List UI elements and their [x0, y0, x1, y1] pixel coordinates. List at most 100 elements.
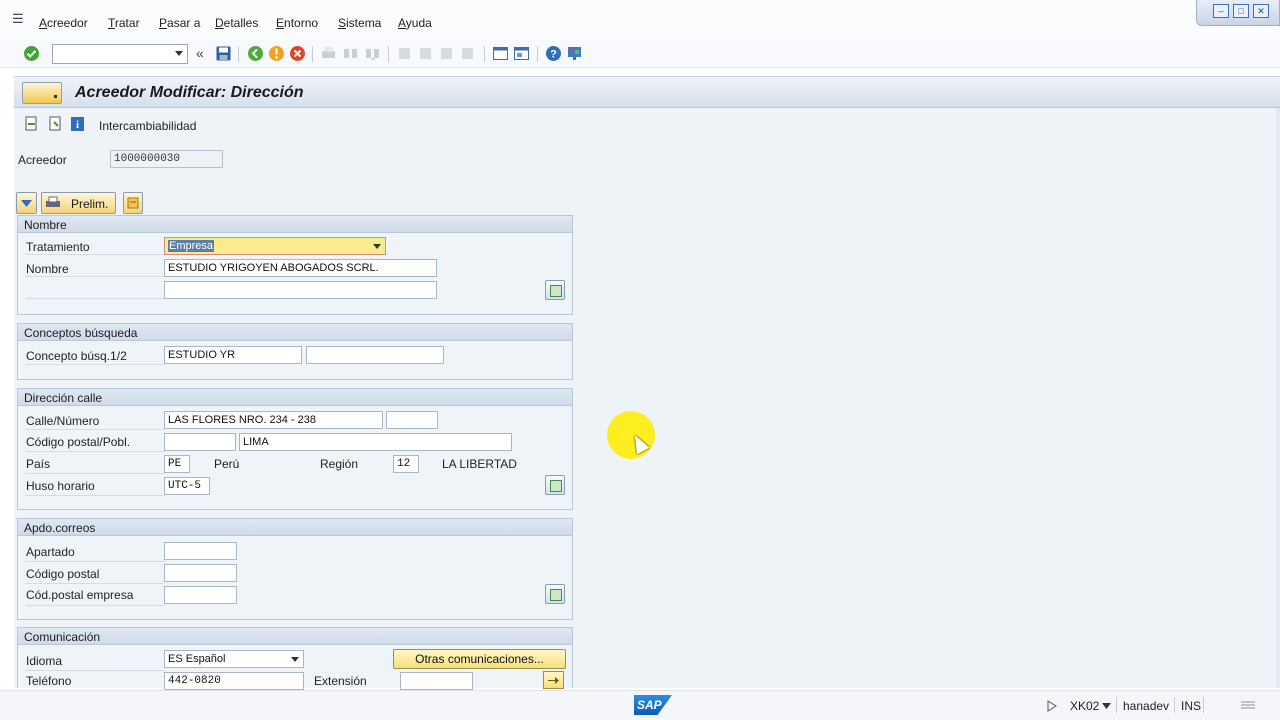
menu-acreedor[interactable]: Acreedor — [39, 16, 88, 30]
info-icon[interactable]: i — [70, 116, 85, 132]
intercambiabilidad-button[interactable]: Intercambiabilidad — [99, 119, 196, 133]
codigo-postal-field[interactable] — [164, 433, 236, 451]
poblacion-field[interactable]: LIMA — [239, 433, 512, 451]
arrow-right-icon — [548, 677, 559, 684]
region-field[interactable]: 12 — [393, 455, 419, 473]
back-icon[interactable] — [247, 45, 264, 62]
window-controls: – □ ✕ — [1196, 0, 1280, 26]
chevron-down-icon[interactable] — [175, 51, 183, 56]
svg-text:i: i — [76, 119, 79, 131]
menu-tratar[interactable]: Tratar — [108, 16, 140, 30]
chevron-down-icon[interactable] — [373, 244, 381, 249]
group-comunicacion-heading: Comunicación — [18, 628, 572, 645]
flag-icon — [127, 197, 139, 209]
more-fields-icon[interactable] — [545, 475, 565, 495]
more-fields-icon[interactable] — [545, 280, 565, 300]
telefono-field[interactable]: 442-0820 — [164, 672, 304, 690]
otras-comunicaciones-button[interactable]: Otras comunicaciones... — [393, 649, 566, 669]
menu-detalles[interactable]: Detalles — [215, 16, 258, 30]
group-comunicacion: Comunicación Idioma ES Español Otras com… — [17, 627, 573, 690]
minimize-icon[interactable]: – — [1213, 4, 1229, 18]
server-name: hanadev — [1123, 699, 1170, 713]
menu-ayuda[interactable]: Ayuda — [398, 16, 432, 30]
concepto-busq-1-field[interactable]: ESTUDIO YR — [164, 346, 302, 364]
exit-icon[interactable] — [268, 45, 285, 62]
menu-sistema[interactable]: Sistema — [338, 16, 381, 30]
triangle-down-icon — [21, 200, 32, 207]
region-name: LA LIBERTAD — [442, 457, 517, 471]
calle-field[interactable]: LAS FLORES NRO. 234 - 238 — [164, 411, 383, 429]
insert-mode: INS — [1181, 699, 1202, 713]
tratamiento-label: Tratamiento — [26, 240, 90, 254]
prelim-button[interactable]: Prelim. — [41, 192, 116, 214]
cursor-highlight — [607, 411, 655, 459]
gui-menu-button[interactable] — [22, 82, 62, 104]
save-icon[interactable] — [215, 45, 232, 62]
new-session-icon[interactable] — [492, 45, 509, 62]
customize-layout-icon[interactable] — [566, 45, 583, 62]
group-apdo-correos: Apdo.correos Apartado Código postal Cód.… — [17, 518, 573, 620]
menu-dot-icon — [54, 95, 57, 98]
nombre-2-field[interactable] — [164, 281, 437, 299]
close-window-icon[interactable]: ✕ — [1253, 4, 1269, 18]
huso-horario-field[interactable]: UTC-5 — [164, 477, 210, 495]
play-icon[interactable] — [1047, 700, 1057, 712]
expand-screen-button[interactable] — [16, 192, 37, 214]
maximize-icon[interactable]: □ — [1233, 4, 1249, 18]
acreedor-label: Acreedor — [18, 153, 67, 167]
enter-check-icon[interactable] — [23, 45, 40, 62]
group-apdo-heading: Apdo.correos — [18, 519, 572, 536]
cancel-icon[interactable] — [289, 45, 306, 62]
nombre-label: Nombre — [26, 262, 69, 276]
menu-entorno[interactable]: Entorno — [276, 16, 318, 30]
menu-pasar-a[interactable]: Pasar a — [159, 16, 200, 30]
display-change-icon[interactable] — [48, 116, 63, 132]
status-bar: SAP XK02 hanadev INS — [0, 690, 1280, 720]
concepto-busq-2-field[interactable] — [306, 346, 444, 364]
find-icon[interactable] — [342, 45, 359, 62]
prelim-label: Prelim. — [71, 197, 109, 211]
shortcut-icon[interactable] — [513, 45, 530, 62]
group-conceptos-busqueda: Conceptos búsqueda Concepto búsq.1/2 EST… — [17, 323, 573, 380]
more-fields-icon[interactable] — [545, 584, 565, 604]
next-page-icon[interactable] — [438, 45, 455, 62]
find-next-icon[interactable] — [364, 45, 381, 62]
print-icon[interactable] — [320, 45, 337, 62]
last-page-icon[interactable] — [459, 45, 476, 62]
numero-field[interactable] — [386, 411, 438, 429]
nombre-field[interactable]: ESTUDIO YRIGOYEN ABOGADOS SCRL. — [164, 259, 437, 277]
apdo-codigo-postal-field[interactable] — [164, 564, 237, 582]
status-options-icon[interactable] — [1240, 699, 1256, 711]
group-direccion-calle: Dirección calle Calle/Número LAS FLORES … — [17, 388, 573, 510]
command-field[interactable] — [52, 44, 188, 64]
double-chevron-left-icon[interactable]: « — [196, 45, 204, 61]
group-nombre: Nombre Tratamiento Empresa Nombre ESTUDI… — [17, 215, 573, 315]
region-label: Región — [320, 457, 359, 471]
transaction-code: XK02 — [1070, 699, 1100, 713]
chevron-down-icon[interactable] — [1102, 703, 1111, 709]
international-versions-button[interactable] — [123, 192, 143, 214]
tratamiento-select[interactable]: Empresa — [164, 237, 386, 255]
system-menu-icon[interactable]: ☰ — [12, 12, 28, 26]
page-title: Acreedor Modificar: Dirección — [75, 84, 304, 101]
apartado-field[interactable] — [164, 542, 237, 560]
cod-postal-empresa-field[interactable] — [164, 586, 237, 604]
title-bar: Acreedor Modificar: Dirección — [14, 76, 1280, 108]
idioma-select[interactable]: ES Español — [164, 650, 304, 668]
svg-text:?: ? — [550, 49, 557, 61]
chevron-down-icon[interactable] — [291, 657, 299, 662]
pais-field[interactable]: PE — [164, 455, 190, 473]
previous-page-icon[interactable] — [417, 45, 434, 62]
group-nombre-heading: Nombre — [18, 216, 572, 233]
telefono-label: Teléfono — [26, 674, 72, 688]
acreedor-field[interactable]: 1000000030 — [110, 150, 223, 168]
help-icon[interactable]: ? — [545, 45, 562, 62]
vertical-scrollbar[interactable] — [1276, 108, 1280, 688]
printer-icon — [46, 196, 60, 207]
extension-field[interactable] — [400, 672, 473, 690]
group-conceptos-heading: Conceptos búsqueda — [18, 324, 572, 341]
first-page-icon[interactable] — [396, 45, 413, 62]
codigo-postal-pobl-label: Código postal/Pobl. — [26, 435, 131, 449]
other-vendor-icon[interactable] — [24, 116, 39, 132]
telefono-detail-button[interactable] — [543, 671, 564, 689]
